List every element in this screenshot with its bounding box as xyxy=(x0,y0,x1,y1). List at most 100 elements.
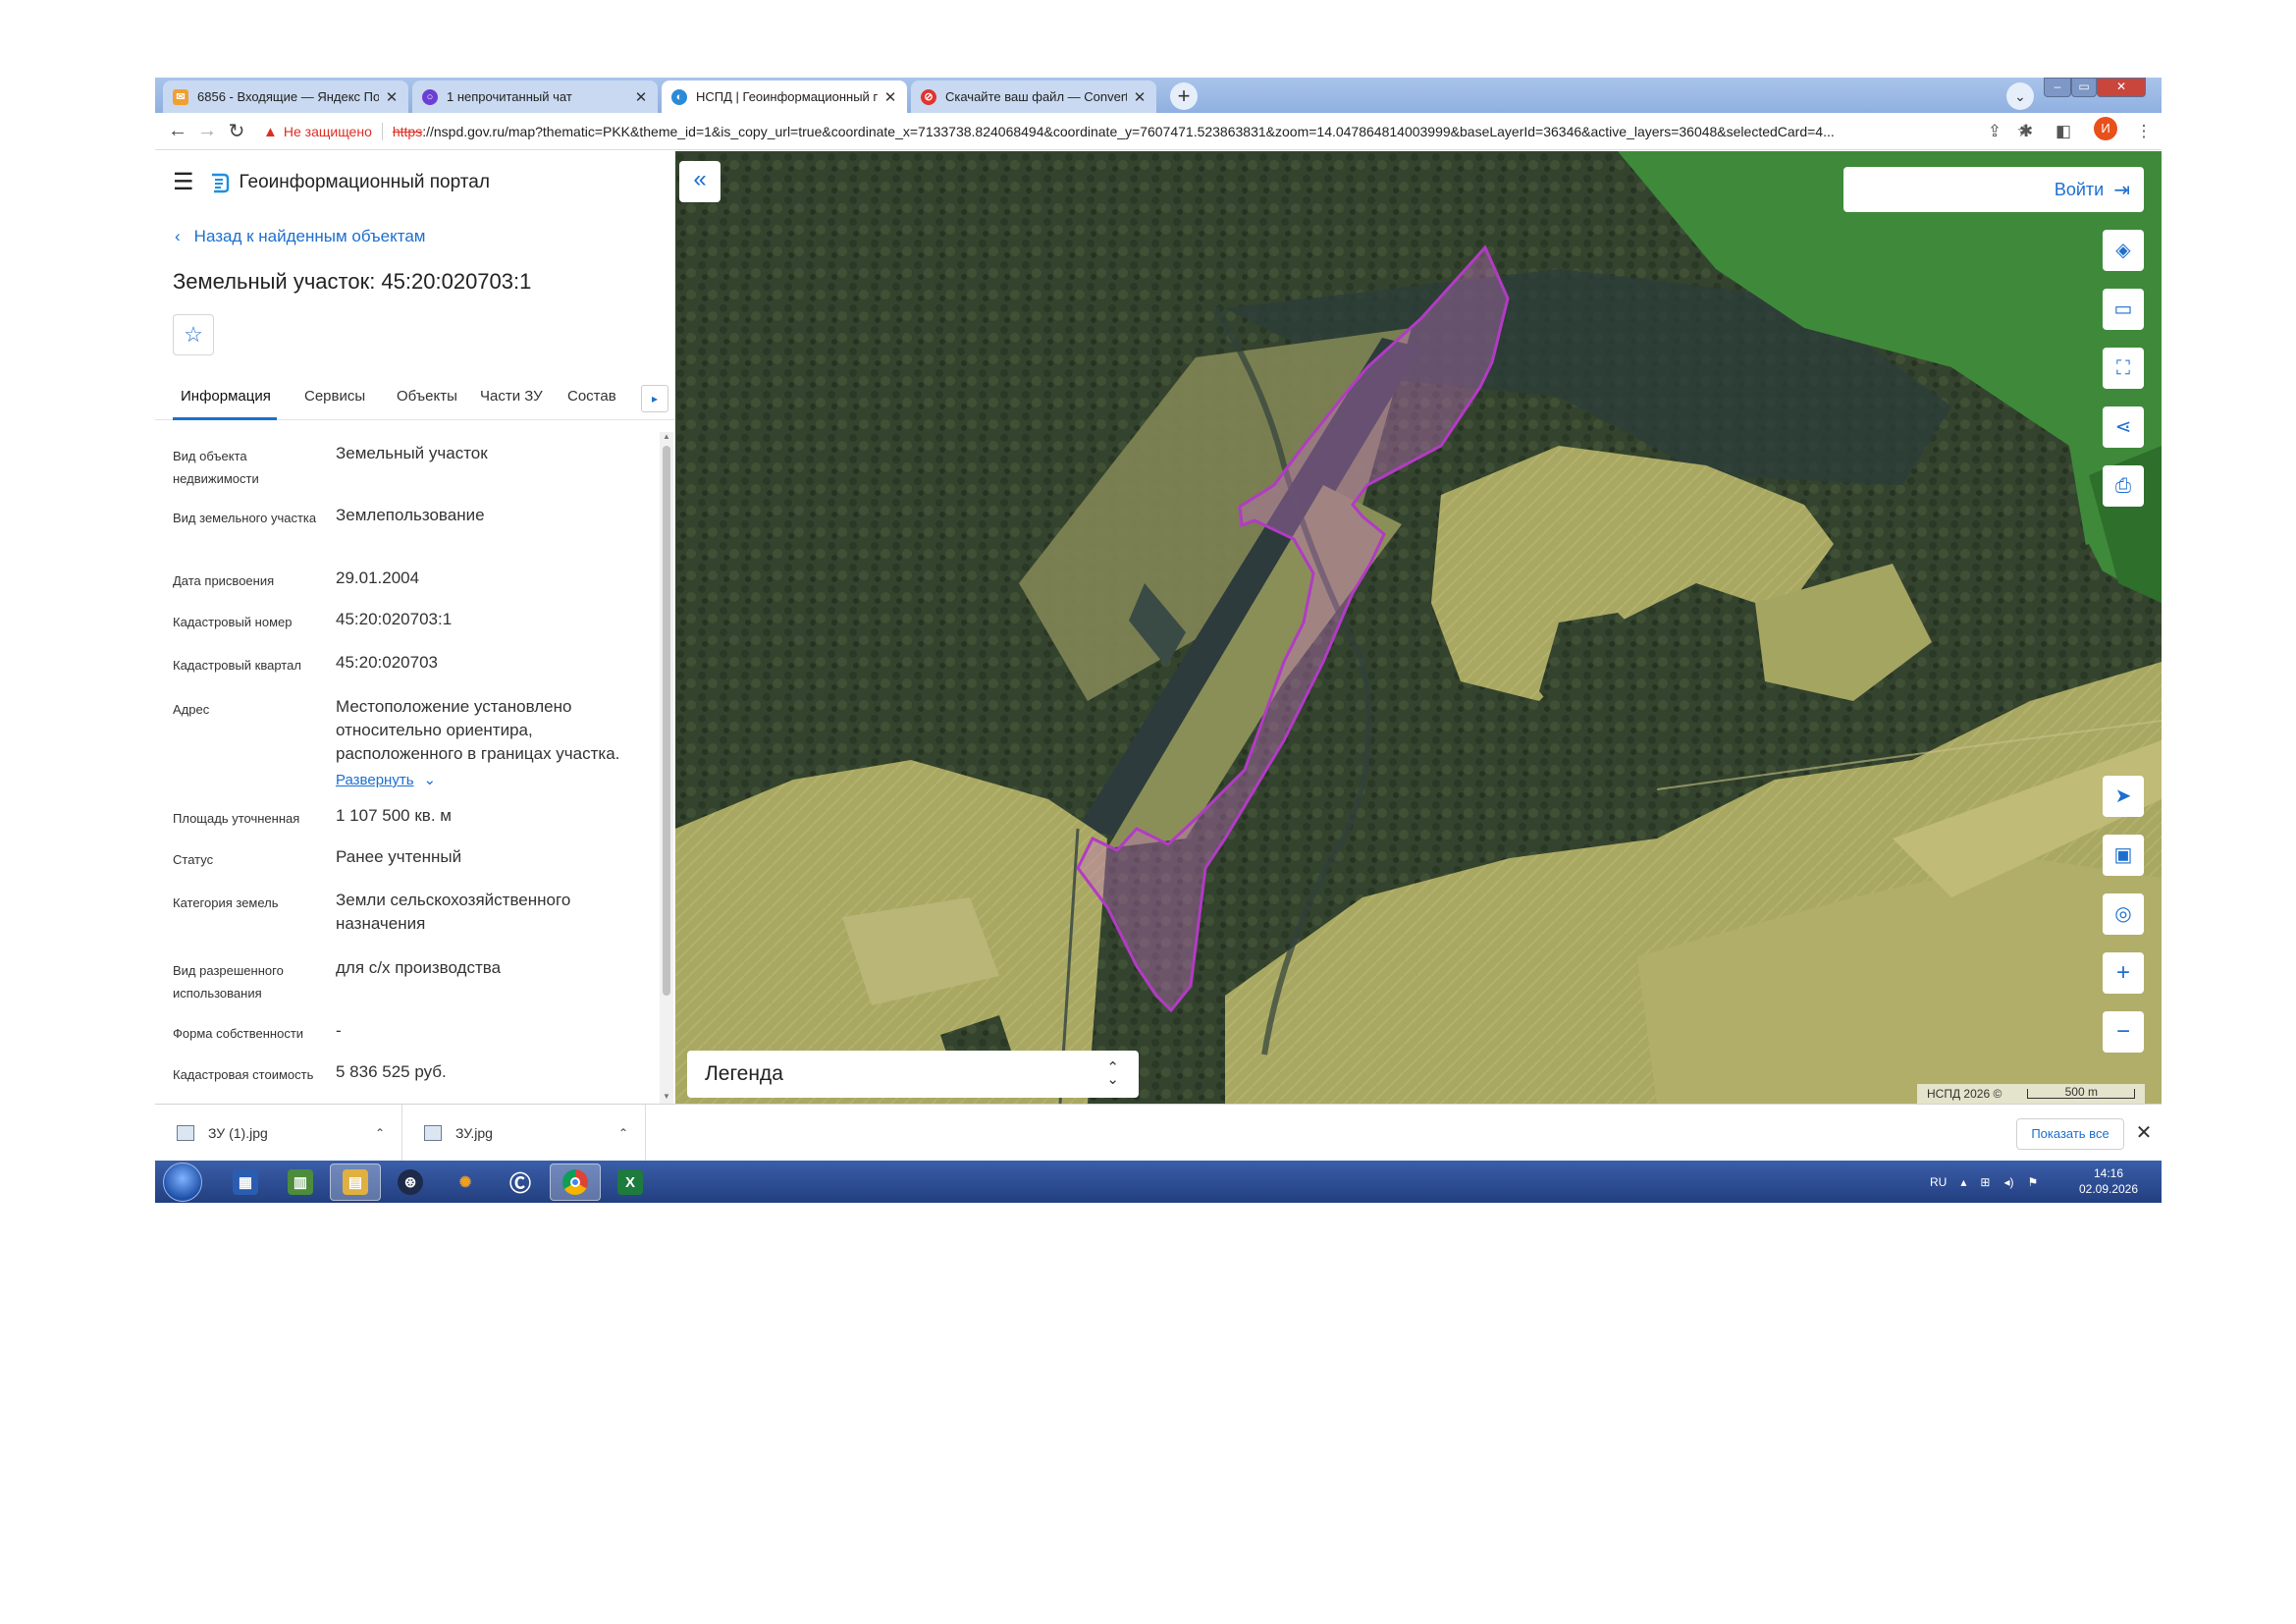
close-downloads-bar-icon[interactable]: ✕ xyxy=(2132,1118,2156,1150)
downloads-bar: ЗУ (1).jpg ⌃ ЗУ.jpg ⌃ Показать все ✕ xyxy=(155,1104,2162,1162)
tabs-scroll-right-button[interactable]: ▸ xyxy=(641,385,668,412)
tab-objects[interactable]: Объекты xyxy=(397,377,457,420)
reload-icon[interactable]: ↻ xyxy=(222,119,251,143)
browser-tab-nspd[interactable]: ◐ НСПД | Геоинформационный портал ✕ xyxy=(662,81,907,113)
select-area-button[interactable]: ⛶ xyxy=(2103,348,2144,389)
forward-arrow-icon[interactable]: → xyxy=(192,120,222,142)
property-label: Вид объекта недвижимости xyxy=(173,449,259,486)
property-value: Землепользование xyxy=(336,506,485,524)
taskbar-app[interactable]: ▥ xyxy=(275,1164,326,1201)
property-value: Земельный участок xyxy=(336,444,488,462)
property-list-scrollbar[interactable]: ▲ ▼ xyxy=(660,432,673,1104)
measure-button[interactable]: ▭ xyxy=(2103,289,2144,330)
extensions-puzzle-icon[interactable]: ✱ xyxy=(2012,117,2040,146)
card-tabs: Информация Сервисы Объекты Части ЗУ Сост… xyxy=(155,377,675,420)
property-list: Вид объекта недвижимости Земельный участ… xyxy=(155,432,658,1104)
share-button[interactable]: ⋖ xyxy=(2103,406,2144,448)
zoom-out-button[interactable]: − xyxy=(2103,1011,2144,1053)
tab-composition[interactable]: Состав xyxy=(567,377,616,420)
geolocation-button[interactable]: ◎ xyxy=(2103,893,2144,935)
taskbar-app[interactable]: ▤ xyxy=(330,1164,381,1201)
taskbar-app[interactable]: ✺ xyxy=(440,1164,491,1201)
scroll-up-icon[interactable]: ▲ xyxy=(660,432,673,441)
legend-dropdown[interactable]: Легенда ⌃ ⌄ xyxy=(687,1051,1139,1098)
scale-bar: 500 m xyxy=(2027,1086,2136,1099)
download-filename: ЗУ.jpg xyxy=(455,1125,493,1141)
chat-icon: ○ xyxy=(422,88,438,105)
property-value: 1 107 500 кв. м xyxy=(336,806,452,825)
taskbar-app[interactable]: ⊛ xyxy=(385,1164,436,1201)
maximize-window-button[interactable]: ▭ xyxy=(2071,78,2097,97)
property-value: 5 836 525 руб. xyxy=(336,1062,447,1081)
portal-name: Геоинформационный портал xyxy=(239,172,490,192)
chrome-icon xyxy=(562,1169,588,1195)
browser-tab-strip: ✉ 6856 - Входящие — Яндекс Почта ✕ ○ 1 н… xyxy=(155,78,2162,113)
url-field[interactable]: ▲ Не защищено https ://nspd.gov.ru/map?t… xyxy=(263,117,2079,146)
hamburger-menu-icon[interactable]: ☰ xyxy=(173,171,194,194)
excel-icon: X xyxy=(617,1169,643,1195)
system-clock[interactable]: 14:16 02.09.2026 xyxy=(2069,1165,2148,1197)
locate-button[interactable]: ➤ xyxy=(2103,776,2144,817)
tab-title: 1 непрочитанный чат xyxy=(447,89,572,104)
close-tab-icon[interactable]: ✕ xyxy=(1133,88,1147,106)
minimap-icon: ▣ xyxy=(2113,844,2133,866)
expand-address-link[interactable]: Развернуть ⌄ xyxy=(336,768,654,792)
download-item[interactable]: ЗУ.jpg ⌃ xyxy=(402,1105,646,1162)
scale-label: 500 m xyxy=(2064,1085,2098,1099)
tab-information[interactable]: Информация xyxy=(173,377,277,420)
collapse-sidebar-button[interactable]: « xyxy=(679,161,721,202)
tab-search-button[interactable]: ⌄ xyxy=(2006,82,2034,110)
locate-icon: ➤ xyxy=(2114,785,2132,807)
convertio-icon: ⊘ xyxy=(921,88,936,105)
zoom-in-button[interactable]: + xyxy=(2103,952,2144,994)
minimize-window-button[interactable]: – xyxy=(2044,78,2071,97)
tab-services[interactable]: Сервисы xyxy=(304,377,365,420)
new-tab-button[interactable]: + xyxy=(1170,82,1198,110)
close-window-button[interactable]: ✕ xyxy=(2097,78,2146,97)
close-tab-icon[interactable]: ✕ xyxy=(634,88,648,106)
chevron-up-icon[interactable]: ⌃ xyxy=(375,1126,385,1140)
side-panel-icon[interactable]: ◧ xyxy=(2050,117,2077,146)
back-arrow-icon[interactable]: ← xyxy=(163,120,192,142)
taskbar-app[interactable] xyxy=(550,1164,601,1201)
satellite-imagery xyxy=(675,151,2162,1104)
chevron-up-icon[interactable]: ⌃ xyxy=(618,1126,628,1140)
property-value: 45:20:020703:1 xyxy=(336,610,453,628)
flag-icon[interactable]: ⚑ xyxy=(2027,1175,2038,1189)
browser-tab-chat[interactable]: ○ 1 непрочитанный чат ✕ xyxy=(412,81,658,113)
close-tab-icon[interactable]: ✕ xyxy=(883,88,897,106)
property-value: - xyxy=(336,1021,342,1040)
scrollbar-thumb[interactable] xyxy=(663,446,670,996)
show-all-downloads-button[interactable]: Показать все xyxy=(2016,1118,2124,1150)
profile-avatar[interactable]: И xyxy=(2094,117,2117,140)
scroll-down-icon[interactable]: ▼ xyxy=(660,1092,673,1101)
network-icon[interactable]: ⊞ xyxy=(1980,1175,1990,1189)
language-indicator[interactable]: RU xyxy=(1930,1175,1947,1189)
share-page-icon[interactable]: ⇪ xyxy=(1981,117,2008,146)
url-text: ://nspd.gov.ru/map?thematic=PKK&theme_id… xyxy=(422,124,1835,139)
layers-button[interactable]: ◈ xyxy=(2103,230,2144,271)
volume-icon[interactable]: ◂) xyxy=(2003,1175,2013,1189)
property-value: 29.01.2004 xyxy=(336,568,420,587)
map-view[interactable]: « Войти ⇥ ◈ ▭ ⛶ ⋖ ⎙ ➤ ▣ ◎ + − Легенда ⌃ ⌄… xyxy=(675,151,2162,1104)
download-item[interactable]: ЗУ (1).jpg ⌃ xyxy=(155,1105,402,1162)
tray-expand-icon[interactable]: ▴ xyxy=(1960,1175,1966,1189)
close-tab-icon[interactable]: ✕ xyxy=(385,88,399,106)
minimap-button[interactable]: ▣ xyxy=(2103,835,2144,876)
page-content: ☰ Геоинформационный портал ‹ Назад к най… xyxy=(155,151,2162,1104)
browser-tab-mail[interactable]: ✉ 6856 - Входящие — Яндекс Почта ✕ xyxy=(163,81,408,113)
taskbar-app[interactable]: Ⓒ xyxy=(495,1164,546,1201)
start-button[interactable] xyxy=(163,1163,202,1202)
file-explorer-icon: ▤ xyxy=(343,1169,368,1195)
taskbar-app[interactable]: ▦ xyxy=(220,1164,271,1201)
login-button[interactable]: Войти ⇥ xyxy=(1843,167,2144,212)
print-button[interactable]: ⎙ xyxy=(2103,465,2144,507)
tab-parcel-parts[interactable]: Части ЗУ xyxy=(480,377,543,420)
portal-logo-icon xyxy=(211,173,229,193)
taskbar-app[interactable]: X xyxy=(605,1164,656,1201)
back-to-results-link[interactable]: ‹ Назад к найденным объектам xyxy=(175,227,425,246)
browser-menu-icon[interactable]: ⋮ xyxy=(2130,117,2158,146)
divider xyxy=(381,123,383,140)
add-to-favorites-button[interactable]: ☆ xyxy=(173,314,214,355)
browser-tab-convertio[interactable]: ⊘ Скачайте ваш файл — Convertio ✕ xyxy=(911,81,1156,113)
